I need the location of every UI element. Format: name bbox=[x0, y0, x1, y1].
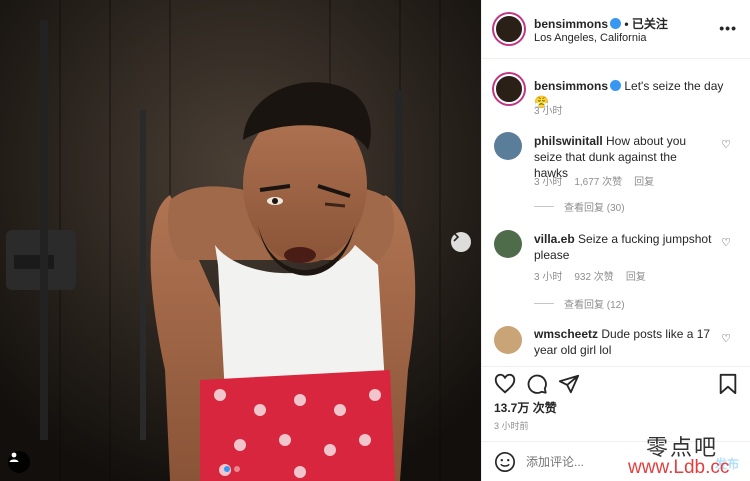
watermark-url: www.Ldb.cc bbox=[628, 457, 730, 478]
verified-badge-icon bbox=[610, 80, 622, 91]
author-username[interactable]: bensimmons bbox=[534, 17, 608, 31]
comment-reply-button[interactable]: 回复 bbox=[634, 173, 654, 188]
replies-divider bbox=[534, 303, 554, 304]
post-header: bensimmons • 已关注 Los Angeles, California… bbox=[482, 0, 750, 59]
bookmark-icon[interactable] bbox=[718, 373, 738, 395]
carousel-dot-active bbox=[224, 466, 230, 472]
comment-username[interactable]: wmscheetz bbox=[534, 327, 598, 341]
more-horizontal-icon[interactable]: ••• bbox=[719, 20, 737, 36]
comment-like-heart-icon[interactable]: ♡ bbox=[721, 236, 731, 249]
carousel-dot bbox=[234, 466, 240, 472]
site-watermark: 零点吧 www.Ldb.cc bbox=[628, 430, 746, 480]
comment-username[interactable]: villa.eb bbox=[534, 232, 575, 246]
likes-count[interactable]: 13.7万 次赞 bbox=[494, 399, 557, 416]
athlete-photo-illustration bbox=[0, 0, 481, 481]
comment-avatar[interactable] bbox=[494, 132, 522, 160]
emoji-icon[interactable] bbox=[494, 451, 516, 473]
comment-meta: 3 小时 932 次赞 回复 bbox=[534, 268, 646, 283]
comment-likes[interactable]: 1,677 次赞 bbox=[574, 173, 622, 188]
comment-avatar[interactable] bbox=[494, 326, 522, 354]
view-replies-label: 查看回复 (12) bbox=[564, 300, 625, 311]
carousel-next-button[interactable] bbox=[451, 232, 471, 252]
comment-like-heart-icon[interactable]: ♡ bbox=[721, 138, 731, 151]
comment-time: 3 小时 bbox=[534, 177, 563, 188]
comment-reply-button[interactable]: 回复 bbox=[626, 268, 646, 283]
verified-badge-icon bbox=[610, 18, 622, 29]
following-button[interactable]: 已关注 bbox=[632, 17, 668, 31]
view-replies-label: 查看回复 (30) bbox=[564, 203, 625, 214]
caption-username[interactable]: bensimmons bbox=[534, 79, 608, 93]
view-replies-button[interactable]: 查看回复 (30) bbox=[534, 199, 625, 214]
caption-avatar[interactable] bbox=[494, 74, 524, 104]
post-actions bbox=[482, 366, 750, 398]
caption-time: 3 小时 bbox=[534, 106, 563, 117]
caption-meta: 3 小时 bbox=[534, 102, 562, 117]
comment-like-heart-icon[interactable]: ♡ bbox=[721, 332, 731, 345]
comment-text-row: wmscheetz Dude posts like a 17 year old … bbox=[534, 326, 712, 358]
carousel-indicators bbox=[224, 466, 240, 472]
comment-time: 3 小时 bbox=[534, 272, 563, 283]
caption-text-row: bensimmons Let's seize the day 😤 bbox=[534, 78, 734, 110]
comments-list[interactable]: bensimmons Let's seize the day 😤 3 小时 ph… bbox=[482, 60, 750, 365]
separator-dot: • bbox=[624, 17, 632, 31]
post-photo[interactable] bbox=[0, 0, 481, 481]
chevron-right-icon bbox=[453, 232, 460, 242]
comment-text-row: villa.eb Seize a fucking jumpshot please bbox=[534, 231, 712, 263]
header-user-row: bensimmons • 已关注 bbox=[534, 15, 668, 32]
heart-icon[interactable] bbox=[494, 373, 516, 395]
post-timestamp: 3 小时前 bbox=[494, 421, 529, 431]
comment-avatar[interactable] bbox=[494, 230, 522, 258]
comment-icon[interactable] bbox=[526, 373, 548, 395]
tagged-users-button[interactable] bbox=[8, 451, 30, 473]
comment-meta: 3 小时 1,677 次赞 回复 bbox=[534, 173, 654, 188]
comment-username[interactable]: philswinitall bbox=[534, 134, 603, 148]
share-icon[interactable] bbox=[558, 373, 580, 395]
user-tag-icon bbox=[9, 452, 19, 462]
comment-likes[interactable]: 932 次赞 bbox=[574, 268, 613, 283]
post-detail-panel: bensimmons • 已关注 Los Angeles, California… bbox=[481, 0, 750, 481]
replies-divider bbox=[534, 206, 554, 207]
post-location[interactable]: Los Angeles, California bbox=[534, 32, 647, 44]
author-avatar[interactable] bbox=[494, 14, 524, 44]
view-replies-button[interactable]: 查看回复 (12) bbox=[534, 296, 625, 311]
